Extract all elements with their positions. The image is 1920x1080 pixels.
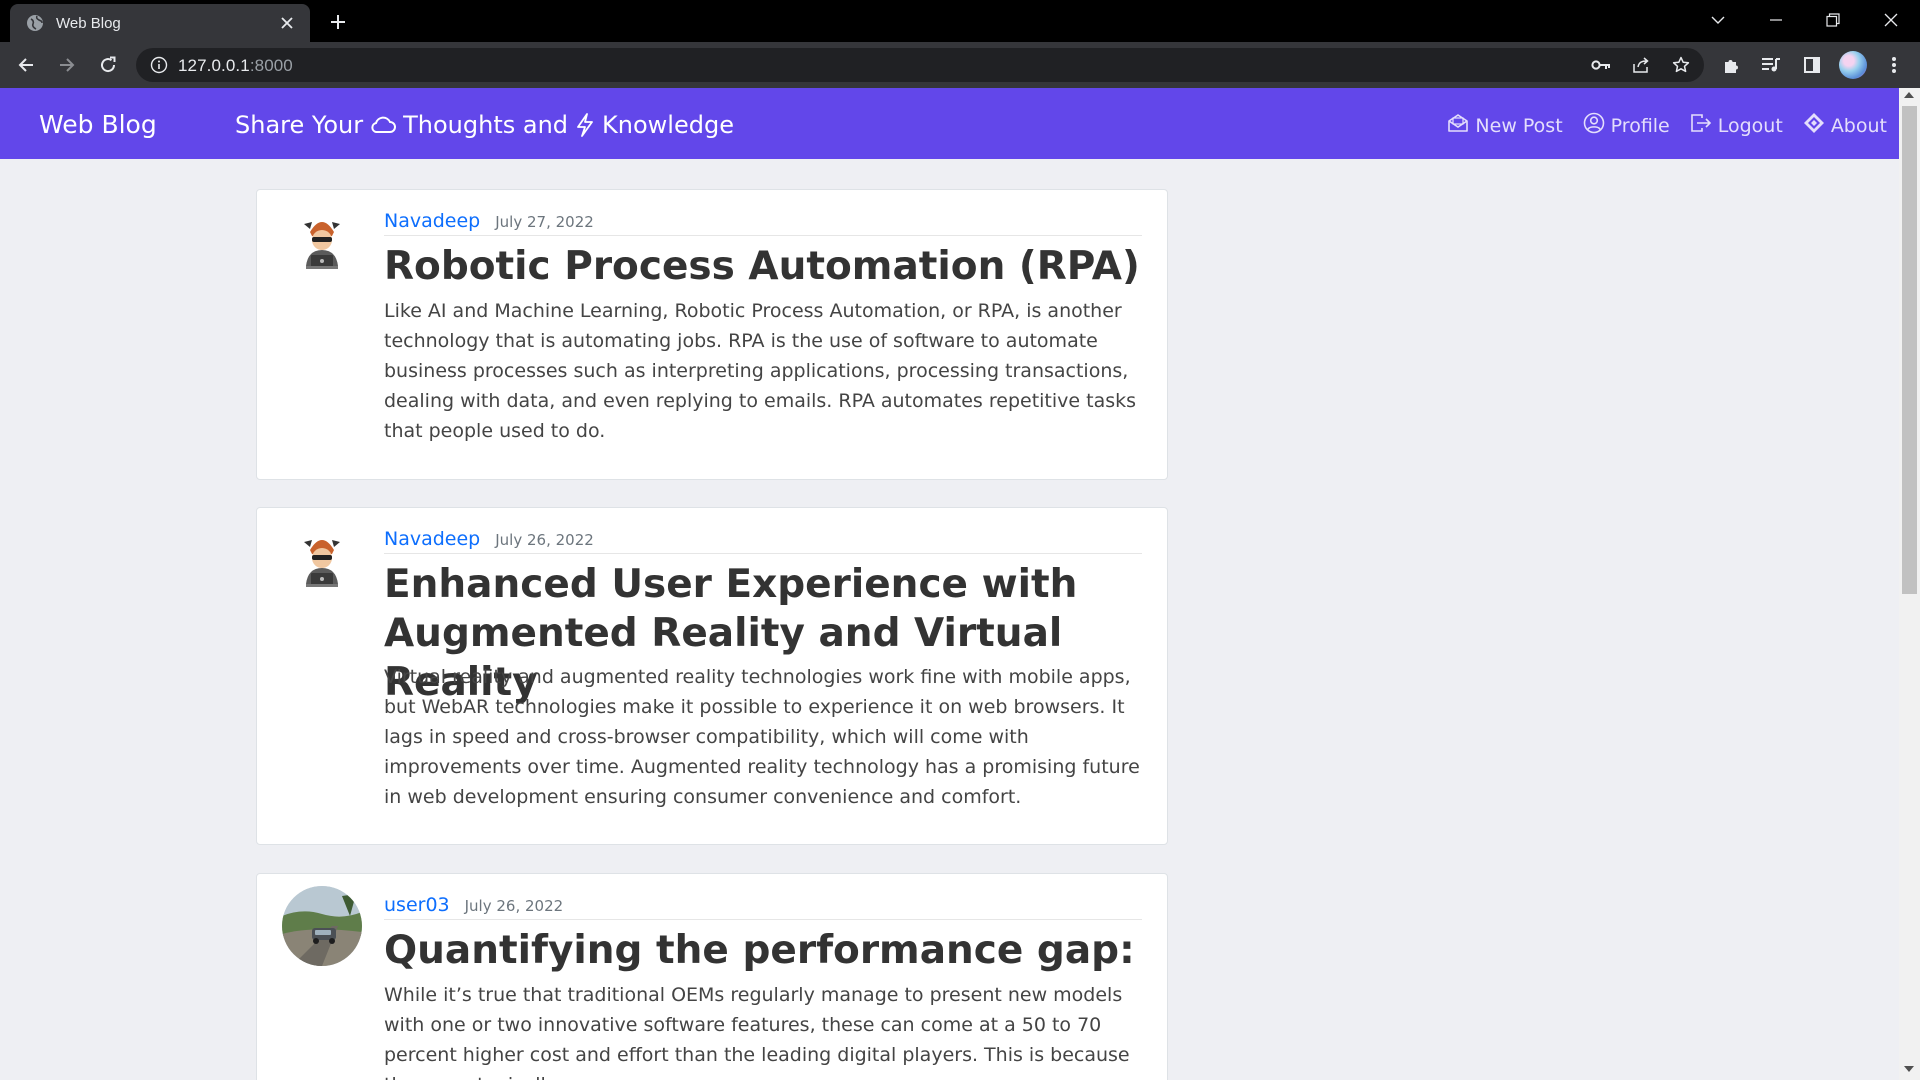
minimize-icon[interactable] — [1764, 8, 1788, 32]
post-author-link[interactable]: Navadeep — [384, 210, 480, 232]
browser-tab[interactable]: Web Blog — [10, 4, 310, 42]
site-info-icon[interactable] — [150, 56, 168, 74]
post-card: user03 July 26, 2022 Quantifying the per… — [256, 873, 1168, 1080]
nav-new-post[interactable]: New Post — [1447, 112, 1563, 139]
new-tab-plus-icon[interactable] — [326, 10, 350, 34]
post-date: July 26, 2022 — [464, 897, 564, 915]
forward-arrow-icon[interactable] — [55, 53, 79, 77]
post-body: Like AI and Machine Learning, Robotic Pr… — [384, 300, 1137, 442]
nav-about-label: About — [1830, 114, 1887, 137]
address-bar[interactable]: 127.0.0.1:8000 — [136, 48, 1704, 82]
tagline: Share Your Thoughts and Knowledge — [235, 111, 734, 139]
post-meta: Navadeep July 26, 2022 — [384, 528, 1142, 554]
post-title[interactable]: Quantifying the performance gap: — [384, 926, 1142, 975]
author-avatar-icon — [282, 520, 362, 600]
page-scrollbar[interactable] — [1899, 88, 1920, 1080]
media-queue-icon[interactable] — [1759, 53, 1783, 77]
browser-toolbar: 127.0.0.1:8000 — [0, 42, 1920, 88]
nav-profile[interactable]: Profile — [1583, 112, 1670, 139]
url-host: 127.0.0.1 — [178, 56, 250, 75]
post-date: July 26, 2022 — [495, 531, 594, 549]
key-icon[interactable] — [1590, 54, 1612, 76]
nav-new-post-label: New Post — [1475, 114, 1563, 137]
box-arrow-right-icon — [1690, 113, 1712, 138]
reload-icon[interactable] — [96, 53, 120, 77]
post-date: July 27, 2022 — [495, 213, 594, 231]
lightning-icon — [574, 112, 596, 138]
extensions-puzzle-icon[interactable] — [1719, 53, 1743, 77]
post-meta: Navadeep July 27, 2022 — [384, 210, 1142, 236]
tab-search-chevron-icon[interactable] — [1706, 8, 1730, 32]
nav-profile-label: Profile — [1610, 114, 1670, 137]
post-body: While it’s true that traditional OEMs re… — [384, 984, 1130, 1080]
diamond-icon — [1803, 112, 1825, 139]
envelope-open-icon — [1447, 113, 1469, 138]
side-panel-icon[interactable] — [1800, 53, 1824, 77]
nav-logout-label: Logout — [1717, 114, 1783, 137]
nav-logout[interactable]: Logout — [1690, 112, 1783, 139]
globe-icon — [26, 14, 44, 32]
tab-title: Web Blog — [56, 14, 121, 32]
scroll-down-arrow-icon[interactable] — [1904, 1066, 1914, 1072]
close-window-icon[interactable] — [1879, 8, 1903, 32]
profile-avatar-icon[interactable] — [1839, 51, 1867, 79]
bookmark-star-icon[interactable] — [1670, 54, 1692, 76]
post-body: Virtual reality and augmented reality te… — [384, 666, 1140, 808]
post-meta: user03 July 26, 2022 — [384, 894, 1142, 920]
app-navbar: Web Blog Share Your Thoughts and Knowled… — [0, 88, 1899, 159]
url-text: 127.0.0.1:8000 — [178, 56, 293, 76]
person-circle-icon — [1583, 112, 1605, 139]
cloud-icon — [369, 114, 397, 136]
author-avatar-icon — [282, 202, 362, 282]
nav-about[interactable]: About — [1803, 112, 1887, 139]
share-icon[interactable] — [1630, 54, 1652, 76]
post-feed: Navadeep July 27, 2022 Robotic Process A… — [0, 159, 1899, 1080]
back-arrow-icon[interactable] — [14, 53, 38, 77]
url-port: :8000 — [249, 56, 293, 75]
tagline-part1: Share Your — [235, 111, 364, 139]
post-author-link[interactable]: Navadeep — [384, 528, 480, 550]
browser-tab-strip: Web Blog — [0, 0, 1920, 42]
tagline-part2: Thoughts and — [403, 111, 569, 139]
post-card: Navadeep July 27, 2022 Robotic Process A… — [256, 189, 1168, 480]
close-tab-icon[interactable] — [278, 14, 296, 32]
scroll-up-arrow-icon[interactable] — [1904, 92, 1914, 98]
scroll-thumb[interactable] — [1902, 106, 1917, 594]
more-menu-icon[interactable] — [1882, 53, 1906, 77]
brand-link[interactable]: Web Blog — [39, 110, 157, 139]
restore-icon[interactable] — [1821, 8, 1845, 32]
post-card: Navadeep July 26, 2022 Enhanced User Exp… — [256, 507, 1168, 845]
nav-links: New Post Profile Logout About — [1447, 112, 1887, 139]
tagline-part3: Knowledge — [602, 111, 734, 139]
post-title[interactable]: Robotic Process Automation (RPA) — [384, 242, 1142, 291]
author-avatar-icon — [282, 886, 362, 966]
post-author-link[interactable]: user03 — [384, 894, 450, 916]
